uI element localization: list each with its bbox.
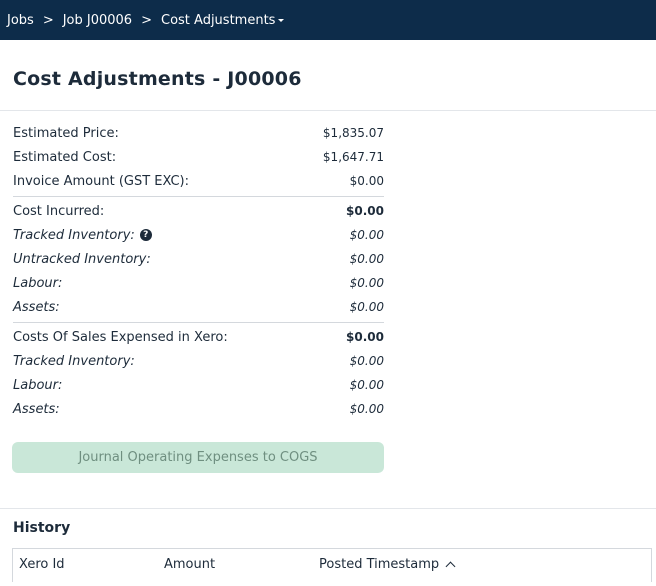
breadcrumb-separator: > [141, 12, 152, 28]
cost-summary: Estimated Price: $1,835.07 Estimated Cos… [13, 121, 384, 421]
cos-tracked-inventory-row: Tracked Inventory: $0.00 [13, 349, 384, 373]
assets-value: $0.00 [349, 300, 384, 314]
estimated-cost-value: $1,647.71 [322, 150, 384, 164]
labour-value: $0.00 [349, 276, 384, 290]
cost-incurred-value: $0.00 [346, 204, 384, 218]
untracked-inventory-label: Untracked Inventory: [13, 251, 151, 267]
column-header-posted-timestamp[interactable]: Posted Timestamp [319, 557, 456, 572]
breadcrumb-job[interactable]: Job J00006 [63, 13, 132, 28]
journal-operating-expenses-button[interactable]: Journal Operating Expenses to COGS [12, 442, 384, 473]
estimated-price-label: Estimated Price: [13, 125, 119, 141]
breadcrumb-cost-adjustments-dropdown[interactable]: Cost Adjustments [161, 12, 285, 28]
cos-labour-value: $0.00 [349, 378, 384, 392]
estimated-price-row: Estimated Price: $1,835.07 [13, 121, 384, 145]
cos-labour-label: Labour: [13, 377, 63, 393]
history-heading: History [13, 520, 71, 536]
invoice-amount-row: Invoice Amount (GST EXC): $0.00 [13, 169, 384, 193]
breadcrumb-jobs[interactable]: Jobs [7, 13, 34, 28]
cos-assets-row: Assets: $0.00 [13, 397, 384, 421]
divider [13, 322, 384, 323]
column-header-xero-id[interactable]: Xero Id [19, 557, 65, 572]
cost-incurred-label: Cost Incurred: [13, 203, 105, 219]
tracked-inventory-label-group: Tracked Inventory:? [13, 228, 152, 243]
breadcrumb-current-label: Cost Adjustments [161, 12, 276, 28]
cos-assets-label: Assets: [13, 401, 60, 417]
breadcrumb-separator: > [42, 12, 54, 28]
posted-timestamp-label: Posted Timestamp [319, 557, 440, 572]
cost-incurred-assets-row: Assets: $0.00 [13, 295, 384, 319]
sort-ascending-icon [445, 561, 456, 572]
costs-of-sales-value: $0.00 [346, 330, 384, 344]
invoice-amount-label: Invoice Amount (GST EXC): [13, 173, 190, 189]
estimated-cost-row: Estimated Cost: $1,647.71 [13, 145, 384, 169]
costs-of-sales-row: Costs Of Sales Expensed in Xero: $0.00 [13, 325, 384, 349]
invoice-amount-value: $0.00 [349, 174, 384, 188]
labour-label: Labour: [13, 275, 63, 291]
caret-down-icon [278, 18, 285, 22]
estimated-cost-label: Estimated Cost: [13, 149, 117, 165]
cost-incurred-labour-row: Labour: $0.00 [13, 271, 384, 295]
divider [0, 110, 656, 111]
cos-labour-row: Labour: $0.00 [13, 373, 384, 397]
cos-tracked-inventory-value: $0.00 [349, 354, 384, 368]
divider [13, 196, 384, 197]
tracked-inventory-label: Tracked Inventory: [13, 227, 135, 243]
history-table-header: Xero Id Amount Posted Timestamp [12, 548, 652, 582]
page-title: Cost Adjustments - J00006 [13, 68, 302, 90]
cost-incurred-untracked-inventory-row: Untracked Inventory: $0.00 [13, 247, 384, 271]
costs-of-sales-label: Costs Of Sales Expensed in Xero: [13, 329, 228, 345]
cos-assets-value: $0.00 [349, 402, 384, 416]
tracked-inventory-value: $0.00 [349, 228, 384, 242]
top-navigation-bar: Jobs > Job J00006 > Cost Adjustments [0, 0, 656, 40]
column-header-amount[interactable]: Amount [164, 557, 215, 572]
assets-label: Assets: [13, 299, 60, 315]
cos-tracked-inventory-label: Tracked Inventory: [13, 353, 135, 369]
untracked-inventory-value: $0.00 [349, 252, 384, 266]
cost-incurred-tracked-inventory-row: Tracked Inventory:? $0.00 [13, 223, 384, 247]
divider [0, 508, 656, 509]
help-icon[interactable]: ? [139, 229, 152, 241]
cost-incurred-row: Cost Incurred: $0.00 [13, 199, 384, 223]
estimated-price-value: $1,835.07 [322, 126, 384, 140]
